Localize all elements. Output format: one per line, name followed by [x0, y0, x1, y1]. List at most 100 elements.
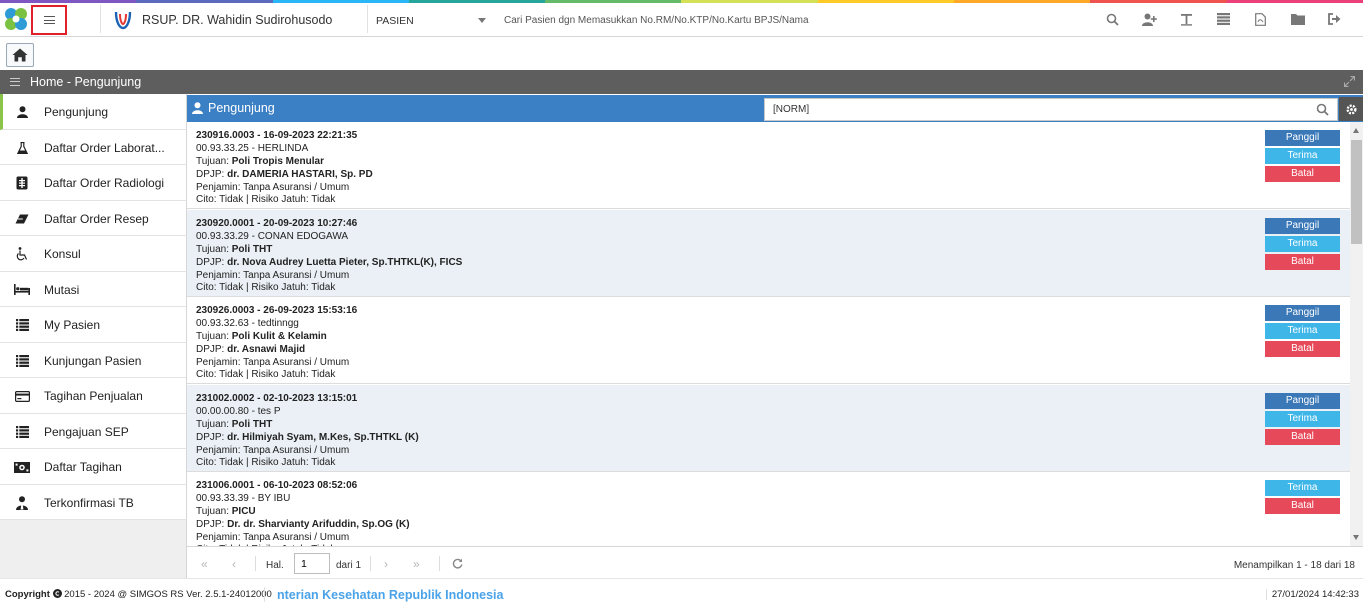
color-strip-segment	[954, 0, 1091, 3]
sidebar-item-label: Pengajuan SEP	[44, 424, 129, 439]
hamburger-menu-button[interactable]	[31, 5, 67, 35]
doctor-label: DPJP:	[196, 431, 228, 443]
visit-destination: Tujuan: Poli Kulit & Kelamin	[196, 331, 327, 342]
scroll-up-icon[interactable]	[1353, 128, 1359, 133]
list-scrollbar[interactable]	[1350, 122, 1363, 546]
sidebar-item-my-pasien[interactable]: My Pasien	[0, 307, 186, 343]
xray-icon	[14, 175, 30, 191]
accept-button[interactable]: Terima	[1265, 323, 1340, 339]
logout-icon	[1328, 13, 1341, 25]
home-button[interactable]	[6, 43, 34, 67]
category-select[interactable]: PASIEN	[370, 5, 494, 35]
visit-risk: Cito: Tidak | Risiko Jatuh: Tidak	[196, 369, 336, 380]
wheelchair-icon	[14, 246, 30, 262]
app-logo-icon[interactable]	[3, 6, 29, 32]
doctor-value: dr. Nova Audrey Luetta Pieter, Sp.THTKL(…	[227, 256, 463, 268]
sidebar-item-daftar-order-laborat[interactable]: Daftar Order Laborat...	[0, 129, 186, 165]
expand-icon[interactable]	[1344, 76, 1355, 87]
patient-search-hint[interactable]: Cari Pasien dgn Memasukkan No.RM/No.KTP/…	[504, 15, 809, 26]
sidebar-item-terkonfirmasi-tb[interactable]: Terkonfirmasi TB	[0, 484, 186, 520]
call-button[interactable]: Panggil	[1265, 217, 1340, 234]
visit-header: 231002.0002 - 02-10-2023 13:15:01	[196, 392, 358, 404]
accept-button[interactable]: Terima	[1265, 480, 1340, 496]
divider	[367, 5, 368, 33]
logout-button[interactable]	[1316, 8, 1353, 30]
first-page-icon[interactable]: «	[201, 557, 208, 571]
visit-risk: Cito: Tidak | Risiko Jatuh: Tidak	[196, 456, 336, 468]
copyright-version: 2015 - 2024 @ SIMGOS RS Ver. 2.5.1-24012…	[64, 589, 272, 600]
visit-guarantor: Penjamin: Tanpa Asuransi / Umum	[196, 532, 350, 543]
next-page-icon[interactable]: ›	[384, 557, 388, 571]
visit-doctor: DPJP: Dr. dr. Sharvianty Arifuddin, Sp.O…	[196, 519, 410, 530]
scrollbar-thumb[interactable]	[1351, 140, 1362, 244]
destination-value: Poli Tropis Menular	[231, 156, 325, 167]
cancel-button[interactable]: Batal	[1265, 253, 1340, 270]
pagination-bar: « ‹ Hal. dari 1 › » Menampilkan 1 - 18 d…	[187, 546, 1363, 578]
cancel-button[interactable]: Batal	[1265, 166, 1340, 182]
menu-icon[interactable]	[10, 78, 20, 86]
visit-destination: Tujuan: PICU	[196, 506, 256, 517]
settings-button[interactable]	[1339, 97, 1363, 121]
search-icon[interactable]	[1316, 103, 1329, 116]
visit-list-item[interactable]: 231002.0002 - 02-10-2023 13:15:01 00.00.0…	[187, 384, 1350, 472]
list-icon	[14, 317, 30, 333]
norm-filter-input[interactable]	[764, 98, 1338, 121]
call-button[interactable]: Panggil	[1265, 305, 1340, 321]
call-button[interactable]: Panggil	[1265, 392, 1340, 409]
call-button[interactable]: Panggil	[1265, 130, 1340, 146]
pdf-button[interactable]	[1242, 8, 1279, 30]
text-button[interactable]	[1168, 8, 1205, 30]
list-icon	[14, 424, 30, 440]
color-strip-segment	[817, 0, 955, 3]
search-button[interactable]	[1094, 8, 1131, 30]
cancel-button[interactable]: Batal	[1265, 428, 1340, 445]
doctor-value: Dr. dr. Sharvianty Arifuddin, Sp.OG (K)	[227, 519, 410, 530]
visit-list-item[interactable]: 230920.0001 - 20-09-2023 10:27:46 00.93.3…	[187, 209, 1350, 297]
sidebar-item-label: Daftar Tagihan	[44, 460, 122, 474]
cancel-button[interactable]: Batal	[1265, 498, 1340, 514]
pdf-file-icon	[1255, 12, 1266, 26]
accept-button[interactable]: Terima	[1265, 235, 1340, 252]
color-strip-segment	[272, 0, 409, 3]
cancel-button[interactable]: Batal	[1265, 341, 1340, 357]
destination-label: Tujuan:	[196, 156, 232, 167]
color-strip-segment	[408, 0, 546, 3]
doctor-value: dr. DAMERIA HASTARI, Sp. PD	[227, 169, 373, 180]
last-page-icon[interactable]: »	[413, 557, 420, 571]
color-strip	[0, 0, 1363, 3]
page-label: Hal.	[266, 560, 284, 571]
credit-card-icon	[14, 388, 30, 404]
doctor-label: DPJP:	[196, 256, 228, 268]
visit-list-item[interactable]: 230916.0003 - 16-09-2023 22:21:35 00.93.3…	[187, 122, 1350, 209]
sidebar-item-daftar-order-resep[interactable]: Daftar Order Resep	[0, 200, 186, 236]
visit-doctor: DPJP: dr. Nova Audrey Luetta Pieter, Sp.…	[196, 257, 462, 268]
sidebar: Pengunjung Daftar Order Laborat... Daftar …	[0, 94, 187, 578]
scroll-down-icon[interactable]	[1353, 535, 1359, 540]
visit-list-item[interactable]: 230926.0003 - 26-09-2023 15:53:16 00.93.3…	[187, 297, 1350, 384]
sidebar-item-tagihan-penjualan[interactable]: Tagihan Penjualan	[0, 378, 186, 414]
sidebar-item-label: Daftar Order Resep	[44, 211, 149, 226]
sidebar-item-konsul[interactable]: Konsul	[0, 236, 186, 272]
folder-button[interactable]	[1279, 8, 1316, 30]
prev-page-icon[interactable]: ‹	[232, 557, 236, 571]
page-number-input[interactable]	[294, 553, 330, 574]
list-icon	[1217, 13, 1230, 25]
sidebar-item-kunjungan-pasien[interactable]: Kunjungan Pasien	[0, 342, 186, 378]
visit-list-item[interactable]: 231006.0001 - 06-10-2023 08:52:06 00.93.3…	[187, 472, 1350, 546]
sidebar-item-pengajuan-sep[interactable]: Pengajuan SEP	[0, 413, 186, 449]
sidebar-item-pengunjung[interactable]: Pengunjung	[0, 94, 186, 130]
destination-value: PICU	[231, 506, 256, 517]
sidebar-item-daftar-order-radiologi[interactable]: Daftar Order Radiologi	[0, 165, 186, 201]
sidebar-item-label: Daftar Order Laborat...	[44, 140, 165, 155]
list-button[interactable]	[1205, 8, 1242, 30]
sidebar-item-mutasi[interactable]: Mutasi	[0, 271, 186, 307]
destination-label: Tujuan:	[196, 331, 232, 342]
sidebar-item-label: Tagihan Penjualan	[44, 389, 143, 403]
accept-button[interactable]: Terima	[1265, 148, 1340, 164]
add-patient-button[interactable]	[1131, 8, 1168, 30]
accept-button[interactable]: Terima	[1265, 410, 1340, 427]
refresh-icon[interactable]	[452, 558, 463, 569]
datetime: 27/01/2024 14:42:33	[1265, 589, 1359, 600]
bed-icon	[14, 282, 30, 298]
sidebar-item-daftar-tagihan[interactable]: Daftar Tagihan	[0, 449, 186, 485]
